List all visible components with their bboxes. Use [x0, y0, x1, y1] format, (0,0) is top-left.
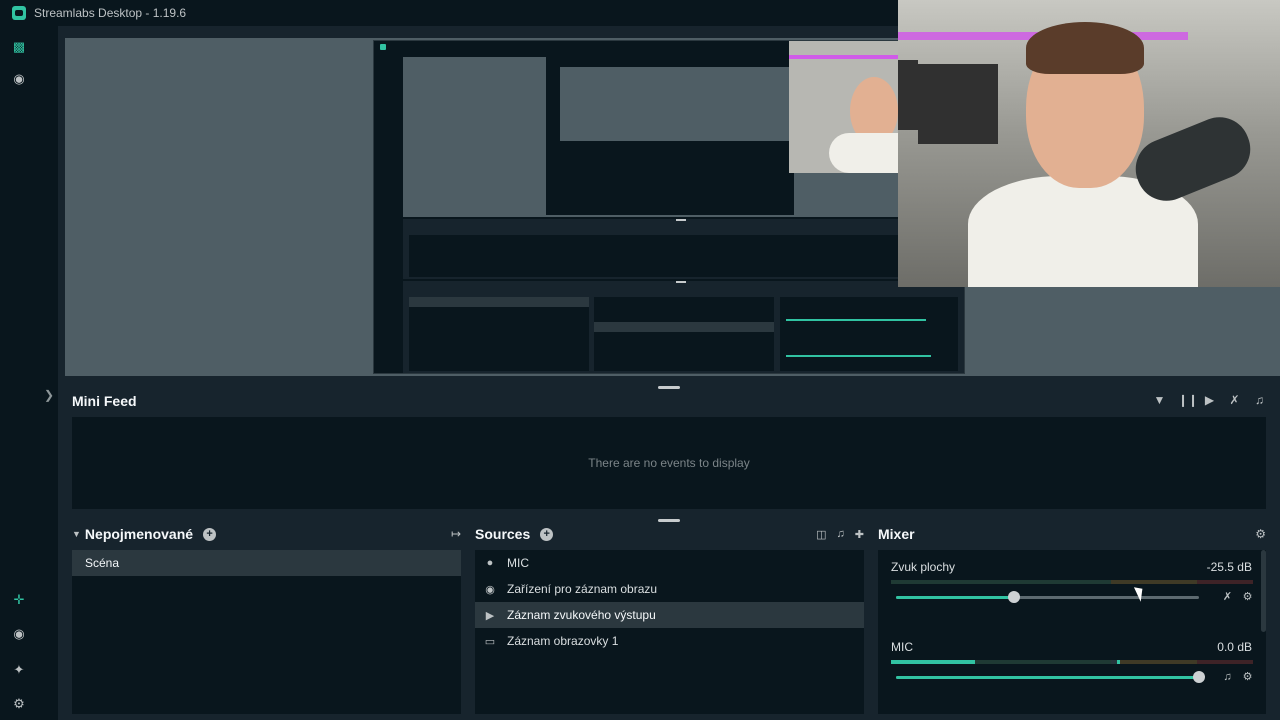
- source-label: Zařízení pro záznam obrazu: [507, 582, 658, 596]
- person-hair: [1026, 22, 1144, 74]
- volume-slider-knob[interactable]: [1008, 591, 1021, 603]
- acoustic-panel: [898, 60, 918, 130]
- nested-preview-image: [373, 40, 965, 374]
- mini-feed-title: Mini Feed: [72, 393, 137, 409]
- add-group-icon[interactable]: ✚: [855, 528, 864, 541]
- add-app-icon[interactable]: ✛: [11, 592, 27, 608]
- mixer-channel-desktop: Zvuk plochy -25.5 dB ✗ ⚙: [891, 560, 1254, 620]
- volume-meter: [891, 660, 1253, 664]
- add-scene-icon[interactable]: +: [203, 527, 217, 541]
- audio-settings-icon[interactable]: ♫: [837, 528, 845, 541]
- webcam-icon: ◉: [485, 583, 495, 596]
- sources-dock: Sources + ◫ ♫ ✚ ● MIC ◉ Zařízení pro záz…: [475, 522, 864, 720]
- mixer-header: Mixer ⚙: [878, 522, 1266, 546]
- scenes-dock: ▼ Nepojmenované + ↦ Scéna: [72, 522, 461, 720]
- record-icon[interactable]: ◉: [11, 71, 27, 87]
- mixer-channel-mic: MIC 0.0 dB ♫ ⚙: [891, 640, 1254, 700]
- gear-icon[interactable]: ⚙: [1255, 527, 1266, 541]
- volume-meter: [891, 580, 1253, 584]
- recursive-capture-graphic: [374, 41, 964, 373]
- scene-transitions-icon[interactable]: ↦: [451, 527, 461, 541]
- scene-collection-title[interactable]: Nepojmenované: [85, 526, 193, 542]
- source-item-desktop-audio[interactable]: ▶ Záznam zvukového výstupu: [475, 602, 864, 628]
- channel-settings-gear-icon[interactable]: ⚙: [1241, 591, 1254, 604]
- resize-handle[interactable]: [658, 386, 680, 389]
- source-item-webcam[interactable]: ◉ Zařízení pro záznam obrazu: [475, 576, 864, 602]
- channel-db: -25.5 dB: [1206, 560, 1252, 574]
- sources-header: Sources + ◫ ♫ ✚: [475, 522, 864, 546]
- mute-alerts-icon[interactable]: ✗: [1228, 392, 1241, 408]
- channel-db: 0.0 dB: [1217, 640, 1252, 654]
- acoustic-panel: [918, 64, 998, 144]
- microphone-icon: ●: [486, 557, 494, 569]
- volume-slider[interactable]: [896, 671, 1205, 683]
- source-label: Záznam obrazovky 1: [507, 634, 619, 648]
- volume-icon[interactable]: ♫: [1253, 392, 1266, 408]
- monitor-icon: ▭: [484, 635, 496, 648]
- speaker-icon[interactable]: ♫: [1221, 671, 1234, 684]
- volume-slider-fill: [896, 596, 1015, 599]
- mini-feed-controls: ▼ ❙❙ ▶ ✗ ♫: [1153, 392, 1266, 408]
- scenes-header: ▼ Nepojmenované + ↦: [72, 522, 461, 546]
- skip-icon[interactable]: ▶: [1203, 392, 1216, 408]
- editor-icon[interactable]: ▩: [11, 39, 27, 55]
- channel-settings-gear-icon[interactable]: ⚙: [1241, 671, 1254, 684]
- mini-feed-panel: There are no events to display: [72, 417, 1266, 509]
- left-nav: ▩ ◉ ✛ ◉ ✦ ⚙: [0, 26, 38, 720]
- channel-name: Zvuk plochy: [891, 560, 956, 574]
- pause-icon[interactable]: ❙❙: [1178, 392, 1198, 408]
- chevron-right-icon[interactable]: ❯: [44, 388, 54, 402]
- filter-icon[interactable]: ▼: [1153, 392, 1166, 408]
- app-store-icon[interactable]: ◉: [11, 626, 27, 642]
- muted-speaker-icon[interactable]: ✗: [1221, 591, 1234, 604]
- add-source-icon[interactable]: +: [540, 527, 554, 541]
- mixer-title: Mixer: [878, 526, 915, 542]
- source-item-screen-capture[interactable]: ▭ Záznam obrazovky 1: [475, 628, 864, 654]
- sources-title: Sources: [475, 526, 531, 542]
- speaker-icon: ▶: [485, 609, 495, 622]
- volume-slider-knob[interactable]: [1193, 671, 1205, 683]
- mixer-scrollbar[interactable]: [1261, 550, 1266, 632]
- source-label: MIC: [507, 556, 529, 570]
- volume-slider[interactable]: [896, 591, 1199, 603]
- chevron-down-icon[interactable]: ▼: [72, 529, 81, 539]
- highlighter-icon[interactable]: ✦: [11, 662, 27, 678]
- channel-name: MIC: [891, 640, 913, 654]
- window-title: Streamlabs Desktop - 1.19.6: [34, 6, 187, 20]
- source-label: Záznam zvukového výstupu: [507, 608, 656, 622]
- source-item-mic[interactable]: ● MIC: [475, 550, 864, 576]
- volume-slider-fill: [896, 676, 1199, 679]
- add-folder-icon[interactable]: ◫: [816, 528, 826, 541]
- mixer-panel: Zvuk plochy -25.5 dB ✗ ⚙ MIC 0.0 dB ♫ ⚙: [878, 550, 1266, 714]
- streamlabs-logo-icon: [12, 6, 26, 20]
- webcam-feed-image: [898, 0, 1280, 287]
- sources-list: ● MIC ◉ Zařízení pro záznam obrazu ▶ Záz…: [475, 550, 864, 714]
- scenes-list: Scéna: [72, 550, 461, 714]
- empty-events-text: There are no events to display: [588, 456, 750, 470]
- mixer-dock: Mixer ⚙ Zvuk plochy -25.5 dB ✗ ⚙ MIC 0.0…: [878, 522, 1266, 720]
- scene-item[interactable]: Scéna: [72, 550, 461, 576]
- settings-icon[interactable]: ⚙: [11, 696, 27, 712]
